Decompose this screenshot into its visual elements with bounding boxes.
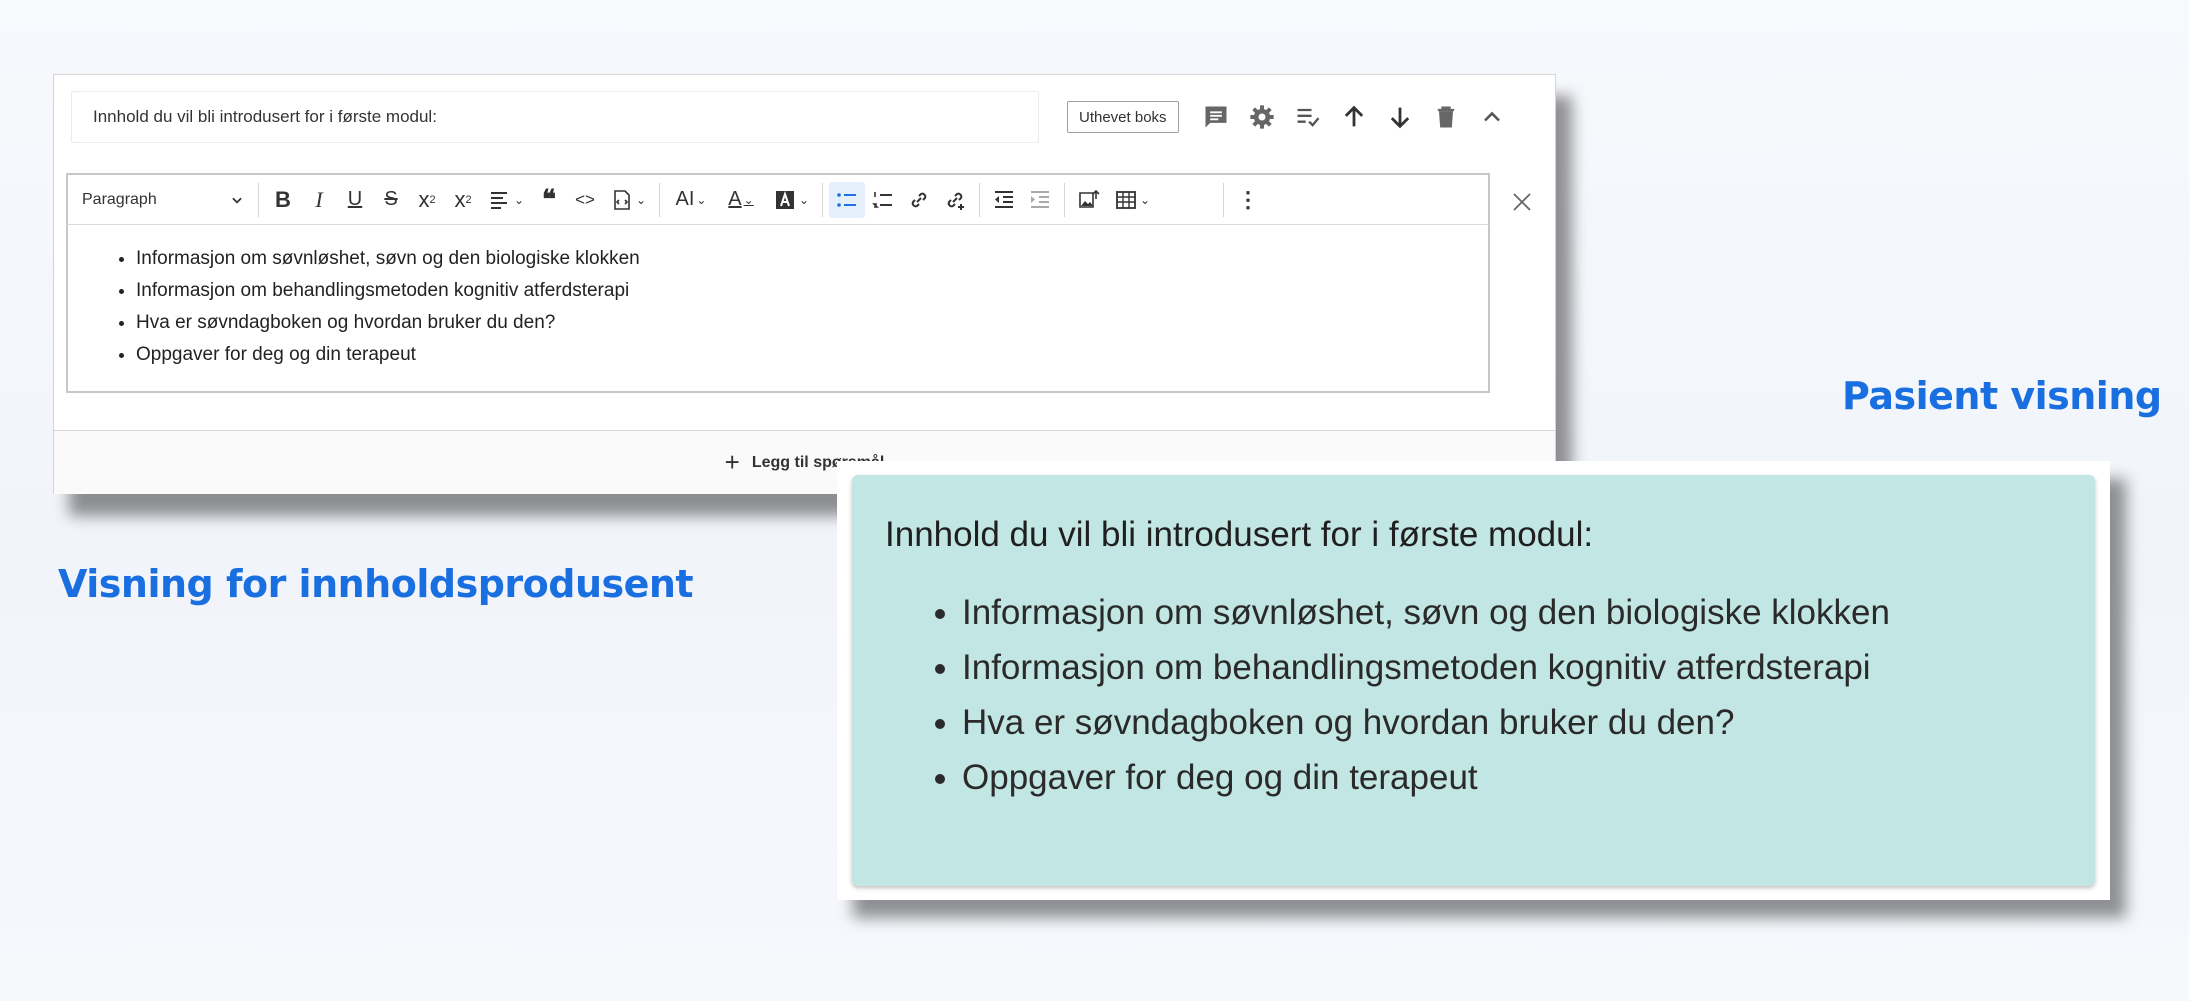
list-item: Hva er søvndagboken og hvordan bruker du… <box>136 307 1488 339</box>
close-icon[interactable] <box>1507 187 1537 217</box>
highlight-color-icon[interactable]: ⌄ <box>766 182 816 218</box>
outdent-icon[interactable] <box>986 182 1022 218</box>
section-title-text: Innhold du vil bli introdusert for i før… <box>93 107 437 126</box>
plus-icon: + <box>724 447 740 477</box>
toolbar-divider <box>659 182 660 217</box>
blockquote-icon[interactable]: ❝ <box>531 182 567 218</box>
arrow-down-icon[interactable] <box>1385 102 1415 132</box>
editor-bullet-list: Informasjon om søvnløshet, søvn og den b… <box>68 243 1488 371</box>
list-item: Informasjon om behandlingsmetoden kognit… <box>962 640 1890 695</box>
chevron-up-icon[interactable] <box>1477 102 1507 132</box>
rich-text-toolbar: Paragraph B I U S x2 x2 ⌄ ❝ <> ⌄ AI ⌄ A ⌄ … <box>66 173 1490 225</box>
code-block-icon[interactable]: ⌄ <box>603 182 653 218</box>
list-item: Oppgaver for deg og din terapeut <box>962 750 1890 805</box>
numbered-list-icon[interactable] <box>865 182 901 218</box>
indent-icon[interactable] <box>1022 182 1058 218</box>
trash-icon[interactable] <box>1431 102 1461 132</box>
list-item: Informasjon om søvnløshet, søvn og den b… <box>962 585 1890 640</box>
arrow-up-icon[interactable] <box>1339 102 1369 132</box>
more-options-icon[interactable]: ⋮ <box>1230 182 1266 218</box>
font-color-icon[interactable]: A ⌄ <box>716 182 766 218</box>
patient-view-card: Innhold du vil bli introdusert for i før… <box>837 461 2110 900</box>
paragraph-style-select[interactable]: Paragraph <box>82 182 252 218</box>
superscript-icon[interactable]: x2 <box>445 182 481 218</box>
comment-icon[interactable] <box>1201 102 1231 132</box>
code-icon[interactable]: <> <box>567 182 603 218</box>
strikethrough-icon[interactable]: S <box>373 182 409 218</box>
subscript-icon[interactable]: x2 <box>409 182 445 218</box>
list-item: Hva er søvndagboken og hvordan bruker du… <box>962 695 1890 750</box>
anchor-link-icon[interactable] <box>937 182 973 218</box>
toolbar-divider <box>1064 182 1065 217</box>
patient-heading: Innhold du vil bli introdusert for i før… <box>885 515 1594 554</box>
toolbar-divider <box>822 182 823 217</box>
list-item: Oppgaver for deg og din terapeut <box>136 339 1488 371</box>
editor-content-area[interactable]: Informasjon om søvnløshet, søvn og den b… <box>66 225 1490 393</box>
patient-view-label: Pasient visning <box>1842 374 2162 418</box>
list-item: Informasjon om søvnløshet, søvn og den b… <box>136 243 1488 275</box>
insert-table-icon[interactable]: ⌄ <box>1107 182 1157 218</box>
insert-image-icon[interactable] <box>1071 182 1107 218</box>
highlight-box-button[interactable]: Uthevet boks <box>1067 101 1179 133</box>
checklist-icon[interactable] <box>1293 102 1323 132</box>
font-size-icon[interactable]: AI ⌄ <box>666 182 716 218</box>
bold-icon[interactable]: B <box>265 182 301 218</box>
underline-icon[interactable]: U <box>337 182 373 218</box>
list-item: Informasjon om behandlingsmetoden kognit… <box>136 275 1488 307</box>
patient-bullet-list: Informasjon om søvnløshet, søvn og den b… <box>885 585 1890 805</box>
toolbar-divider <box>979 182 980 217</box>
producer-view-label: Visning for innholdsprodusent <box>58 562 694 606</box>
italic-icon[interactable]: I <box>301 182 337 218</box>
chevron-down-icon <box>232 197 242 204</box>
link-icon[interactable] <box>901 182 937 218</box>
editor-card: Innhold du vil bli introdusert for i før… <box>53 74 1556 494</box>
section-actions: Uthevet boks <box>1067 97 1523 137</box>
paragraph-style-value: Paragraph <box>82 190 157 208</box>
highlight-box: Innhold du vil bli introdusert for i før… <box>852 475 2095 886</box>
gear-icon[interactable] <box>1247 102 1277 132</box>
toolbar-divider <box>258 182 259 217</box>
align-icon[interactable]: ⌄ <box>481 182 531 218</box>
toolbar-divider <box>1223 182 1224 217</box>
bulleted-list-icon[interactable] <box>829 181 865 218</box>
section-title-input[interactable]: Innhold du vil bli introdusert for i før… <box>71 91 1039 143</box>
